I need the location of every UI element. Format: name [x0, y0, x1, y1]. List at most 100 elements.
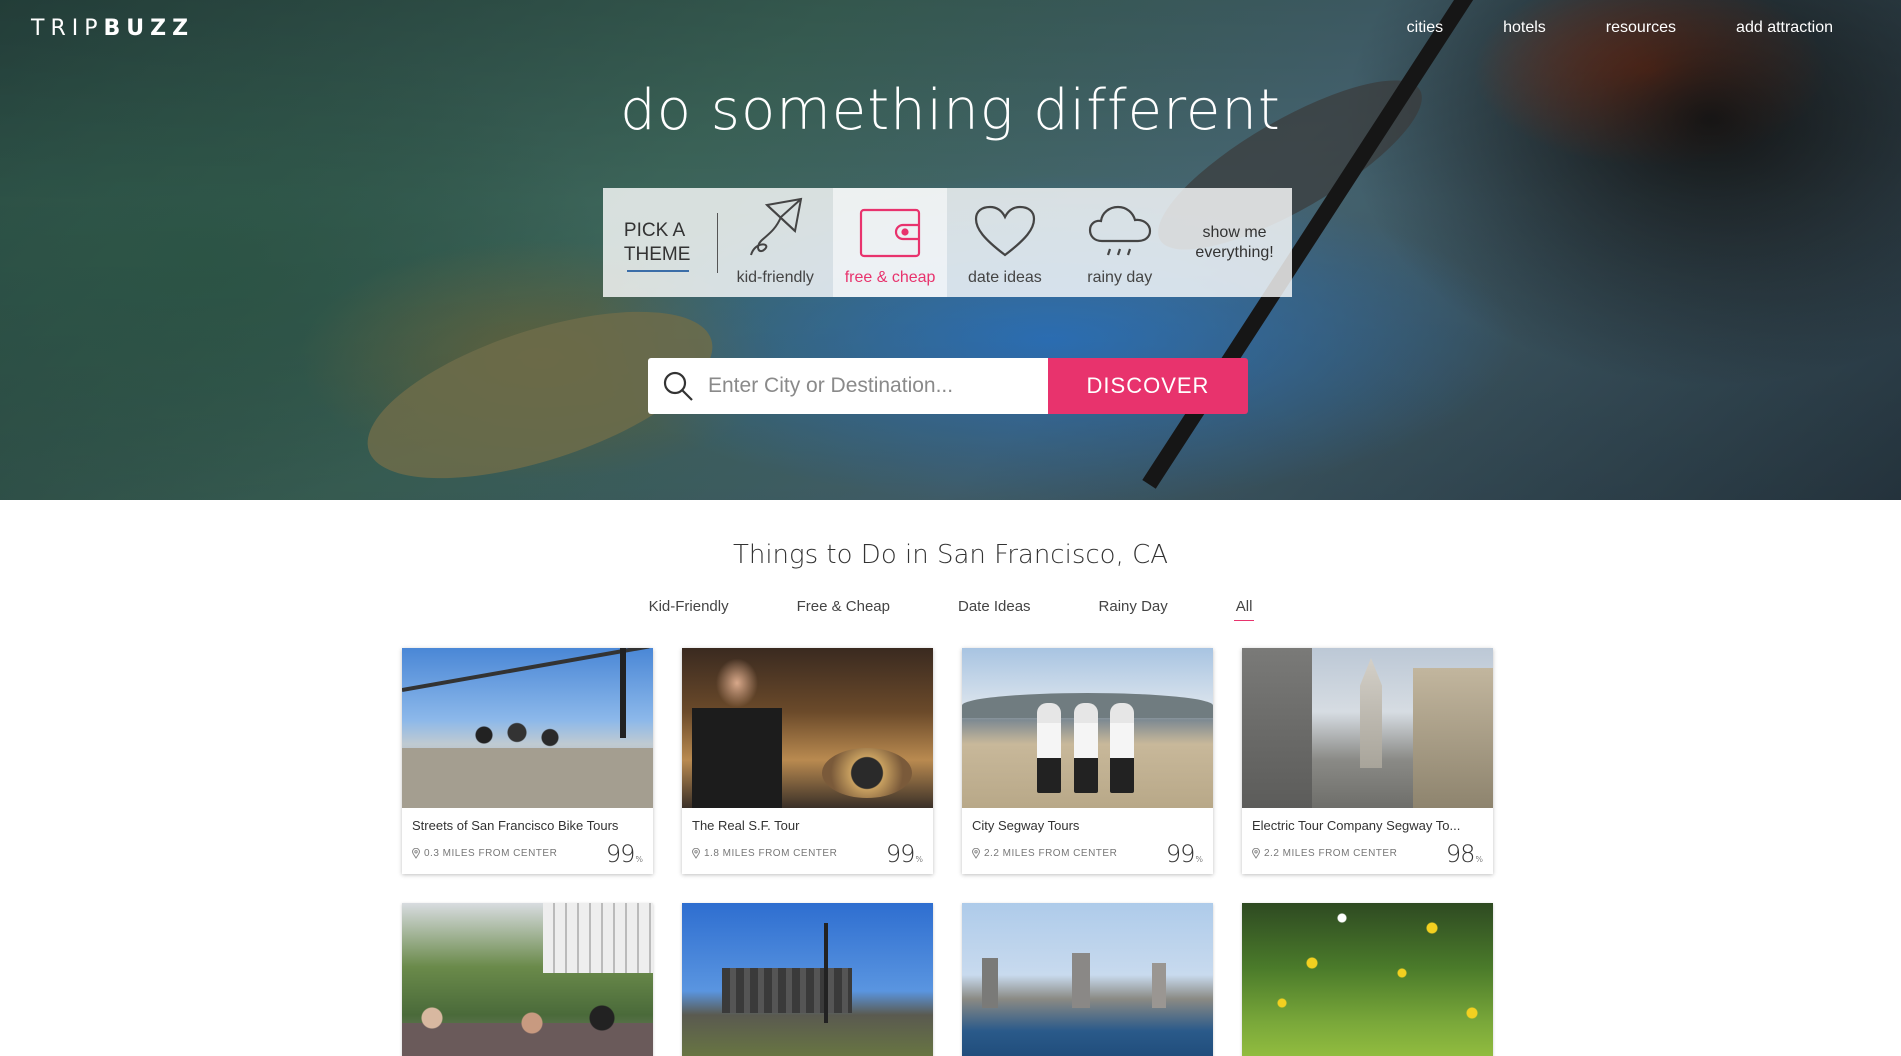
attraction-photo	[1242, 648, 1493, 808]
nav-links: cities hotels resources add attraction	[1347, 19, 1833, 37]
score-value: 98	[1445, 840, 1476, 868]
building-right-shape	[1413, 668, 1493, 808]
crowd-shape	[402, 998, 653, 1056]
theme-label-kid-friendly: kid-friendly	[736, 269, 814, 286]
attraction-photo	[962, 903, 1213, 1056]
skyscraper-shape	[982, 958, 998, 1008]
hero-tagline: do something different	[620, 78, 1281, 143]
skyscraper-shape	[1072, 953, 1090, 1008]
distance-text: 0.3 MILES FROM CENTER	[424, 848, 558, 859]
show-everything-label: show me everything!	[1195, 223, 1274, 261]
attraction-photo	[962, 648, 1213, 808]
attraction-info: City Segway Tours 2.2 MILES FROM CENTER …	[962, 808, 1213, 874]
attraction-card[interactable]: The Real S.F. Tour 1.8 MILES FROM CENTER…	[682, 648, 933, 874]
filter-kid-friendly[interactable]: Kid-Friendly	[649, 598, 729, 615]
distance-text: 2.2 MILES FROM CENTER	[984, 848, 1118, 859]
attraction-photo	[1242, 903, 1493, 1056]
filter-rainy-day[interactable]: Rainy Day	[1099, 598, 1168, 615]
attraction-distance: 1.8 MILES FROM CENTER	[692, 848, 837, 859]
pick-theme-line2: THEME	[623, 243, 691, 265]
skyscraper-shape	[1152, 963, 1166, 1008]
theme-picker: PICK A THEME kid-friendly free & cheap d…	[603, 188, 1292, 297]
pick-theme-underline	[627, 270, 689, 272]
attraction-name: The Real S.F. Tour	[692, 818, 800, 833]
pick-theme-heading: PICK A THEME	[603, 188, 717, 297]
filter-date-ideas[interactable]: Date Ideas	[958, 598, 1031, 615]
church-spire-shape	[1360, 658, 1382, 768]
attraction-card[interactable]: City Segway Tours 2.2 MILES FROM CENTER …	[962, 648, 1213, 874]
attraction-distance: 0.3 MILES FROM CENTER	[412, 848, 557, 859]
top-nav: TRIPBUZZ cities hotels resources add att…	[0, 0, 1901, 60]
listing-filters: Kid-Friendly Free & Cheap Date Ideas Rai…	[0, 598, 1901, 621]
pier-shed-shape	[722, 968, 852, 1013]
location-pin-icon	[412, 848, 420, 859]
dish-shape	[822, 748, 912, 798]
building-shape	[543, 903, 653, 973]
filter-all[interactable]: All	[1233, 598, 1255, 621]
attraction-card[interactable]	[402, 903, 653, 1056]
attraction-card[interactable]: Electric Tour Company Segway To... 2.2 M…	[1242, 648, 1493, 874]
attraction-photo	[402, 648, 653, 808]
score-value: 99	[605, 840, 636, 868]
heart-icon	[974, 205, 1035, 257]
attraction-card[interactable]: Streets of San Francisco Bike Tours 0.3 …	[402, 648, 653, 874]
theme-label-rainy-day: rainy day	[1087, 269, 1153, 286]
nav-link-resources[interactable]: resources	[1606, 19, 1676, 37]
nav-link-hotels[interactable]: hotels	[1503, 19, 1546, 37]
score-value: 99	[885, 840, 916, 868]
theme-free-cheap[interactable]: free & cheap	[832, 188, 948, 297]
attraction-name: City Segway Tours	[972, 818, 1080, 833]
attraction-info: The Real S.F. Tour 1.8 MILES FROM CENTER…	[682, 808, 933, 874]
attraction-photo	[682, 903, 933, 1056]
segway-rider-shape	[1074, 703, 1098, 793]
attraction-card[interactable]	[682, 903, 933, 1056]
segway-rider-shape	[1037, 703, 1061, 793]
pick-theme-line1: PICK A	[623, 219, 686, 241]
tripbuzz-logo[interactable]: TRIPBUZZ	[31, 16, 194, 41]
guide-shape	[692, 648, 782, 808]
attraction-score: 99%	[1166, 840, 1203, 868]
destination-search-input[interactable]	[708, 374, 1038, 398]
location-pin-icon	[692, 848, 700, 859]
location-pin-icon	[1252, 848, 1260, 859]
attraction-photo	[402, 903, 653, 1056]
distance-text: 2.2 MILES FROM CENTER	[1264, 848, 1398, 859]
nav-link-cities[interactable]: cities	[1407, 19, 1443, 37]
score-unit: %	[1195, 855, 1203, 864]
pole-shape	[824, 923, 828, 1023]
theme-rainy-day[interactable]: rainy day	[1062, 188, 1177, 297]
theme-show-everything[interactable]: show me everything!	[1177, 188, 1292, 297]
attraction-info: Electric Tour Company Segway To... 2.2 M…	[1242, 808, 1493, 874]
theme-label-date-ideas: date ideas	[967, 269, 1042, 286]
attraction-distance: 2.2 MILES FROM CENTER	[1252, 848, 1397, 859]
rain-cloud-icon	[1088, 205, 1151, 256]
theme-date-ideas[interactable]: date ideas	[947, 188, 1062, 297]
attraction-card[interactable]	[962, 903, 1213, 1056]
attraction-distance: 2.2 MILES FROM CENTER	[972, 848, 1117, 859]
kite-icon	[750, 197, 803, 256]
bridge-shape	[402, 648, 650, 692]
attraction-score: 98%	[1446, 840, 1483, 868]
destination-search-form: DISCOVER	[648, 358, 1248, 414]
theme-kid-friendly[interactable]: kid-friendly	[718, 188, 833, 297]
listing-title: Things to Do in San Francisco, CA	[732, 540, 1169, 570]
distance-text: 1.8 MILES FROM CENTER	[704, 848, 838, 859]
nav-link-add-attraction[interactable]: add attraction	[1736, 19, 1833, 37]
flowers-shape	[1242, 903, 1493, 1056]
attraction-grid: Streets of San Francisco Bike Tours 0.3 …	[402, 648, 1494, 1056]
score-value: 99	[1165, 840, 1196, 868]
cyclists-shape	[462, 720, 572, 770]
attraction-card[interactable]	[1242, 903, 1493, 1056]
attraction-name: Streets of San Francisco Bike Tours	[412, 818, 619, 833]
filter-free-cheap[interactable]: Free & Cheap	[797, 598, 890, 615]
attraction-photo	[682, 648, 933, 808]
score-unit: %	[635, 855, 643, 864]
attraction-score: 99%	[886, 840, 923, 868]
discover-button[interactable]: DISCOVER	[1048, 358, 1248, 414]
attraction-name: Electric Tour Company Segway To...	[1252, 818, 1461, 833]
score-unit: %	[915, 855, 923, 864]
attraction-score: 99%	[606, 840, 643, 868]
wallet-icon	[859, 208, 921, 258]
bridge-tower-shape	[620, 648, 626, 738]
score-unit: %	[1475, 855, 1483, 864]
